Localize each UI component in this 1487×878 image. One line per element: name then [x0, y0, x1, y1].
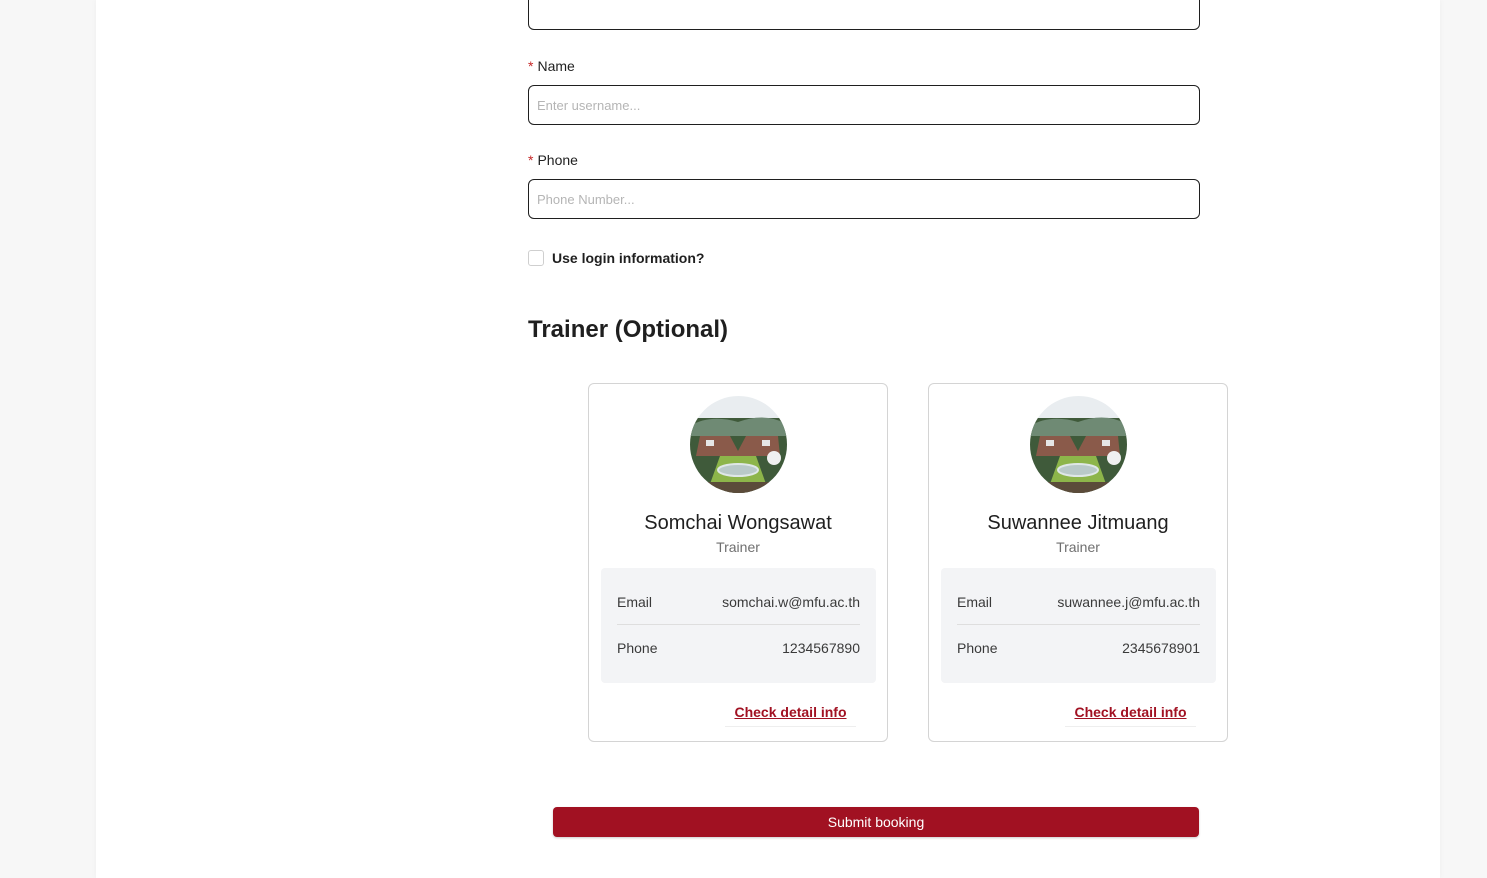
email-row: Email somchai.w@mfu.ac.th — [617, 580, 860, 625]
trainer-section-title: Trainer (Optional) — [528, 316, 729, 343]
booking-form-page: *Name *Phone Use login information? Trai… — [96, 0, 1440, 878]
phone-label: Phone — [617, 639, 658, 656]
trainer-role: Trainer — [716, 539, 760, 555]
phone-label: Phone — [957, 639, 998, 656]
phone-label: * Phone — [528, 152, 578, 168]
trainer-card: Somchai Wongsawat Trainer Email somchai.… — [588, 383, 888, 742]
submit-booking-button[interactable]: Submit booking — [553, 807, 1199, 837]
trainer-info-box: Email somchai.w@mfu.ac.th Phone 12345678… — [601, 568, 876, 683]
trainer-info-box: Email suwannee.j@mfu.ac.th Phone 2345678… — [941, 568, 1216, 683]
avatar — [1030, 396, 1127, 493]
phone-input[interactable] — [529, 180, 1199, 218]
email-value: suwannee.j@mfu.ac.th — [1057, 594, 1200, 610]
name-label: * Name — [528, 58, 575, 74]
phone-field[interactable] — [528, 179, 1200, 219]
previous-input-field[interactable] — [528, 0, 1200, 30]
phone-value: 1234567890 — [782, 639, 860, 656]
phone-row: Phone 1234567890 — [617, 625, 860, 670]
avatar — [690, 396, 787, 493]
required-mark: * — [528, 152, 534, 168]
use-login-label: Use login information? — [552, 250, 705, 266]
trainer-name: Somchai Wongsawat — [644, 512, 832, 534]
required-mark: * — [528, 58, 534, 74]
check-detail-link[interactable]: Check detail info — [725, 704, 856, 727]
use-login-checkbox[interactable] — [528, 250, 544, 266]
email-value: somchai.w@mfu.ac.th — [722, 594, 860, 610]
email-label: Email — [957, 594, 993, 610]
name-field[interactable] — [528, 85, 1200, 125]
trainer-card: Suwannee Jitmuang Trainer Email suwannee… — [928, 383, 1228, 742]
check-detail-link[interactable]: Check detail info — [1065, 704, 1196, 727]
email-label: Email — [617, 594, 653, 610]
phone-value: 2345678901 — [1122, 639, 1200, 656]
trainer-name: Suwannee Jitmuang — [987, 512, 1169, 534]
campus-photo-icon — [690, 396, 787, 493]
name-input[interactable] — [529, 86, 1199, 124]
trainer-role: Trainer — [1056, 539, 1100, 555]
phone-row: Phone 2345678901 — [957, 625, 1200, 670]
email-row: Email suwannee.j@mfu.ac.th — [957, 580, 1200, 625]
campus-photo-icon — [1030, 396, 1127, 493]
use-login-checkbox-row[interactable]: Use login information? — [528, 250, 704, 266]
